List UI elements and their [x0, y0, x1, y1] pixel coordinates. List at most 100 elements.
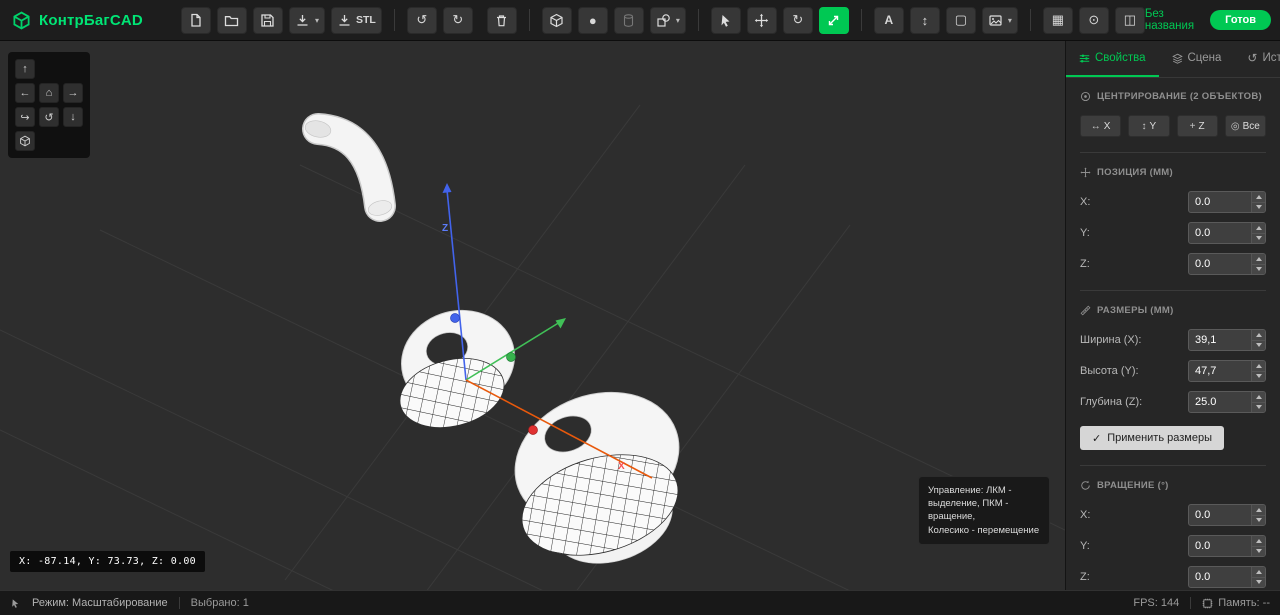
cylinder-icon [624, 13, 634, 27]
view-down-button[interactable]: ↓ [63, 107, 83, 127]
delete-button[interactable] [486, 6, 517, 34]
spin-down-button[interactable] [1252, 339, 1265, 350]
view-rotate-button[interactable]: ↺ [39, 107, 59, 127]
button-label: Z [1198, 120, 1205, 132]
rotate-tool-button[interactable]: ↻ [782, 6, 813, 34]
spin-down-button[interactable] [1252, 263, 1265, 274]
settings-button[interactable]: ⊙ [1078, 6, 1109, 34]
spin-up-button[interactable] [1252, 192, 1265, 202]
toolbar-group-transform: ↻ [710, 6, 849, 34]
depth-input[interactable] [1189, 392, 1251, 412]
width-input[interactable] [1189, 330, 1251, 350]
image-menu-button[interactable]: ▾ [981, 6, 1018, 34]
save-button[interactable] [252, 6, 283, 34]
rotate-ccw-icon: ↺ [44, 111, 54, 124]
view-up-button[interactable]: ↑ [15, 59, 35, 79]
properties-panel: Свойства Сцена ↺ История ЦЕНТРИРОВАНИЕ (… [1065, 41, 1280, 590]
spin-down-button[interactable] [1252, 201, 1265, 212]
spin-down-button[interactable] [1252, 545, 1265, 556]
square-tool-button[interactable]: ▢ [945, 6, 976, 34]
gizmo-y-handle[interactable] [506, 352, 516, 362]
view-navigation-widget: ↑ ← ⌂ → ↪ ↺ ↓ [8, 52, 90, 158]
toolbar-group-edit: ↺ ↻ [406, 6, 517, 34]
tab-history[interactable]: ↺ История [1234, 41, 1280, 77]
center-y-button[interactable]: ↕ Y [1128, 115, 1170, 137]
toolbar-group-view: ▦ ⊙ ◫ [1042, 6, 1145, 34]
save-icon [261, 13, 275, 27]
ready-status-button[interactable]: Готов [1210, 10, 1271, 30]
view-iso-button[interactable] [15, 131, 35, 151]
toolbar-group-modify: A ↕ ▢ ▾ [873, 6, 1018, 34]
move-tool-button[interactable] [746, 6, 777, 34]
tab-properties[interactable]: Свойства [1066, 41, 1159, 77]
add-cube-button[interactable] [541, 6, 572, 34]
toolbar-separator [860, 9, 862, 31]
text-tool-icon: A [884, 13, 894, 27]
grid-toggle-button[interactable]: ▦ [1042, 6, 1073, 34]
image-icon [989, 14, 1002, 26]
spin-up-button[interactable] [1252, 505, 1265, 515]
grid-icon: ▦ [1051, 12, 1064, 27]
spin-up-button[interactable] [1252, 536, 1265, 546]
add-sphere-button[interactable]: ● [577, 6, 608, 34]
spin-down-button[interactable] [1252, 370, 1265, 381]
spin-up-button[interactable] [1252, 330, 1265, 340]
rotate-icon: ↻ [792, 12, 804, 27]
position-z-input[interactable] [1189, 254, 1251, 274]
position-y-input[interactable] [1189, 223, 1251, 243]
spin-up-button[interactable] [1252, 392, 1265, 402]
scale-tool-button[interactable] [818, 6, 849, 34]
position-z-row: Z: [1080, 253, 1266, 275]
export-menu-button[interactable]: ▾ [288, 6, 325, 34]
spin-up-button[interactable] [1252, 223, 1265, 233]
document-name: Без названия [1144, 8, 1195, 32]
rotation-z-row: Z: [1080, 566, 1266, 588]
select-tool-button[interactable] [710, 6, 741, 34]
center-z-button[interactable]: + Z [1176, 115, 1218, 137]
add-cylinder-button[interactable] [613, 6, 644, 34]
rotation-z-input[interactable] [1189, 567, 1251, 587]
spin-down-button[interactable] [1252, 401, 1265, 412]
position-y-row: Y: [1080, 222, 1266, 244]
undo-icon: ↺ [416, 12, 428, 27]
rotation-y-input[interactable] [1189, 536, 1251, 556]
gizmo-z-handle[interactable] [450, 313, 460, 323]
export-stl-button[interactable]: STL [330, 6, 382, 34]
spin-up-button[interactable] [1252, 567, 1265, 577]
position-x-input[interactable] [1189, 192, 1251, 212]
view-left-button[interactable]: ← [15, 83, 35, 103]
gizmo-z-arrow[interactable] [442, 183, 452, 193]
tube-elbow-object[interactable] [302, 113, 396, 222]
view-home-button[interactable]: ⌂ [39, 83, 59, 103]
center-x-button[interactable]: ↔ X [1080, 115, 1122, 137]
axis-z-label: Z [442, 223, 448, 234]
app-title: КонтрБагCAD [39, 11, 143, 29]
spin-up-button[interactable] [1252, 254, 1265, 264]
apply-dimensions-button[interactable]: ✓ Применить размеры [1080, 426, 1224, 450]
viewport-3d[interactable]: Z X ↑ ← ⌂ → ↪ ↺ ↓ X: -87.14, Y: 73.73, Z… [0, 41, 1065, 590]
stl-label: STL [355, 14, 376, 26]
undo-button[interactable]: ↺ [406, 6, 437, 34]
flip-vertical-button[interactable]: ↕ [909, 6, 940, 34]
panel-toggle-button[interactable]: ◫ [1114, 6, 1145, 34]
section-title: ПОЗИЦИЯ (ММ) [1097, 167, 1173, 178]
spin-down-button[interactable] [1252, 232, 1265, 243]
arrow-up-icon: ↑ [22, 63, 28, 75]
tab-scene[interactable]: Сцена [1159, 41, 1235, 77]
new-file-button[interactable] [180, 6, 211, 34]
redo-button[interactable]: ↻ [442, 6, 473, 34]
view-right-button[interactable]: → [63, 83, 83, 103]
spin-up-button[interactable] [1252, 361, 1265, 371]
spinner [1251, 254, 1265, 274]
spin-down-button[interactable] [1252, 576, 1265, 587]
text-tool-button[interactable]: A [873, 6, 904, 34]
spin-down-button[interactable] [1252, 514, 1265, 525]
memory-indicator: Память: -- [1218, 597, 1270, 609]
view-turn-button[interactable]: ↪ [15, 107, 35, 127]
gizmo-x-handle[interactable] [528, 425, 538, 435]
height-input[interactable] [1189, 361, 1251, 381]
add-shape-menu-button[interactable]: ▾ [649, 6, 686, 34]
open-file-button[interactable] [216, 6, 247, 34]
center-all-button[interactable]: ◎ Все [1224, 115, 1266, 137]
rotation-x-input[interactable] [1189, 505, 1251, 525]
